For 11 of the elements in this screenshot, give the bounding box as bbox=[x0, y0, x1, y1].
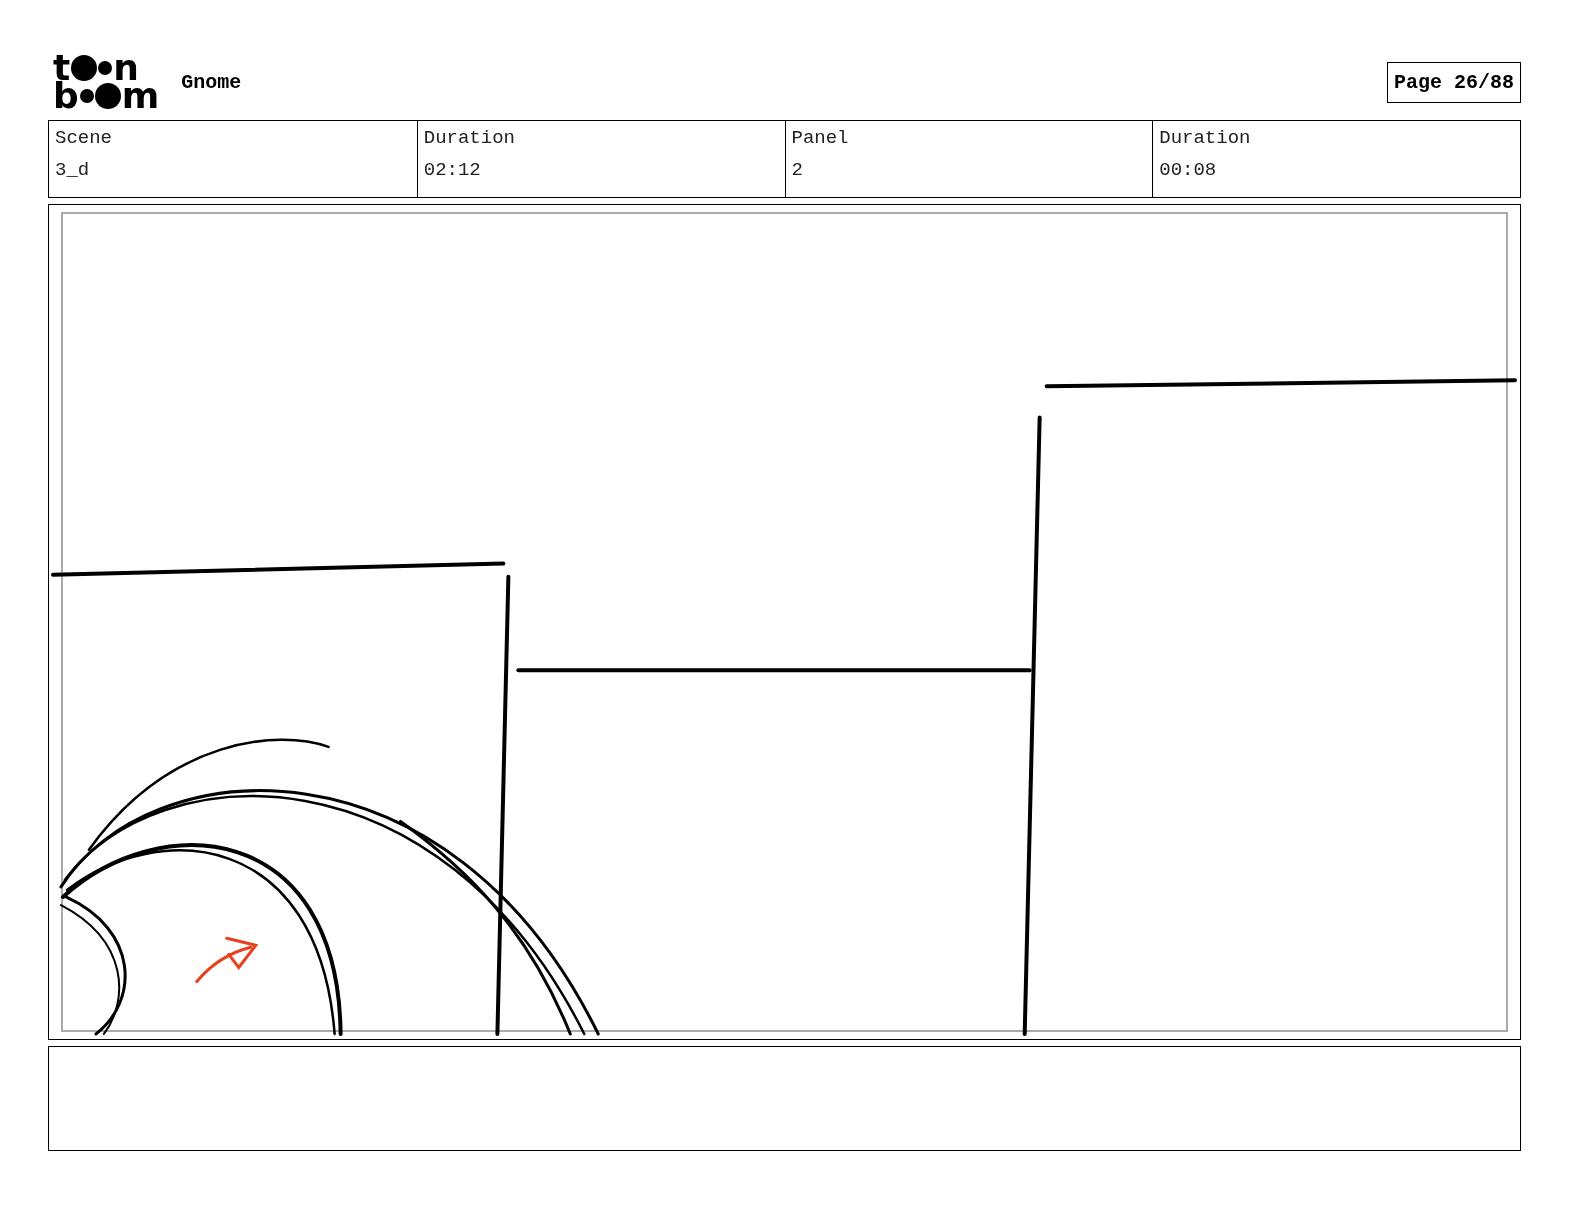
field-label: Duration bbox=[1159, 127, 1252, 149]
logo-drawing: t n b m bbox=[53, 54, 160, 110]
field-label: Scene bbox=[55, 127, 113, 149]
field-value: 2 bbox=[791, 159, 804, 181]
project-title: Gnome bbox=[181, 70, 242, 94]
page-number: Page 26/88 bbox=[1386, 61, 1521, 103]
field-value: 3_d bbox=[55, 159, 91, 181]
field-label: Duration bbox=[423, 127, 516, 149]
field-label: Panel bbox=[791, 127, 850, 149]
field-value: 00:08 bbox=[1159, 159, 1218, 181]
field-value: 02:12 bbox=[423, 159, 482, 181]
